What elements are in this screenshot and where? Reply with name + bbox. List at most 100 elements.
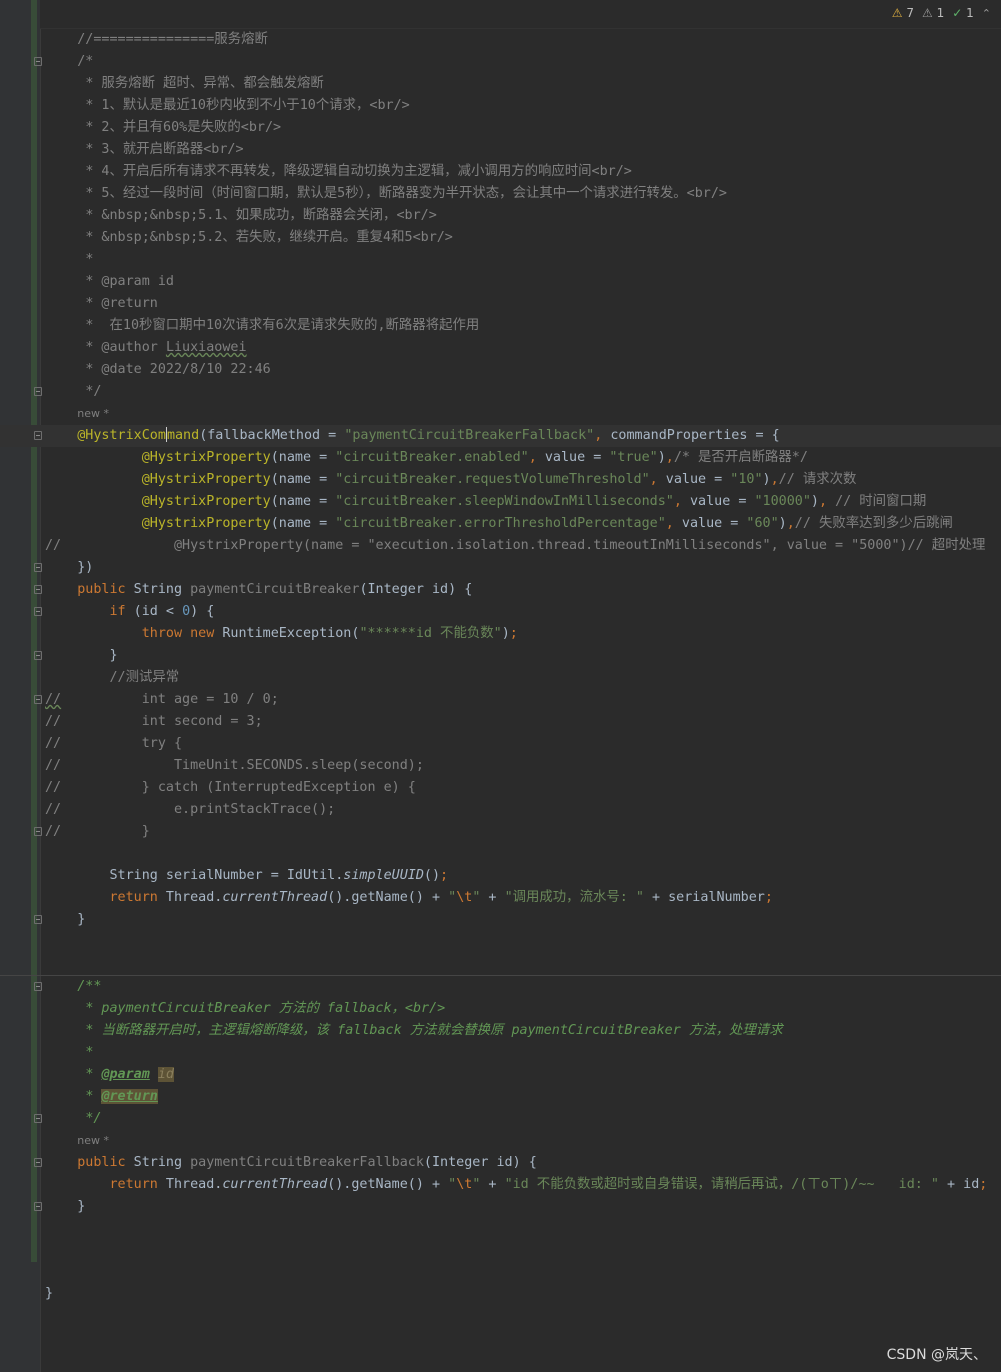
line-text: // @HystrixProperty(name = "execution.is… (45, 538, 986, 553)
code-line[interactable]: * @param id (0, 1064, 1001, 1086)
line-text: * (85, 252, 94, 267)
code-line[interactable]: * 当断路器开启时，主逻辑熔断降级，该 fallback 方法就会替换原 pay… (0, 1020, 1001, 1042)
code-line[interactable] (0, 843, 1001, 865)
code-line[interactable]: // e.printStackTrace(); (0, 799, 1001, 821)
code-line[interactable]: // int age = 10 / 0; (0, 689, 1001, 711)
line-text: public String paymentCircuitBreakerFallb… (77, 1155, 537, 1170)
warning-icon: ⚠ (891, 6, 903, 20)
code-line[interactable]: }) (0, 557, 1001, 579)
line-text: // try { (45, 736, 183, 751)
line-text: // int age = 10 / 0; (45, 692, 279, 707)
line-text: String serialNumber = IdUtil.simpleUUID(… (45, 868, 449, 883)
code-line[interactable]: * paymentCircuitBreaker 方法的 fallback，<br… (0, 998, 1001, 1020)
code-line[interactable]: * (0, 1042, 1001, 1064)
code-line[interactable]: return Thread.currentThread().getName() … (0, 1174, 1001, 1196)
class-closing-brace: } (45, 1286, 54, 1301)
code-line[interactable]: } (0, 909, 1001, 931)
code-line[interactable]: * (0, 249, 1001, 271)
code-line[interactable]: * @author Liuxiaowei (0, 337, 1001, 359)
fold-toggle-icon[interactable] (34, 827, 42, 836)
fold-toggle-icon[interactable] (34, 607, 42, 616)
inlay-hint[interactable]: new * (0, 403, 1001, 425)
line-text: } (45, 648, 118, 663)
inlay-hint[interactable]: new * (0, 1130, 1001, 1152)
code-line[interactable]: // TimeUnit.SECONDS.sleep(second); (0, 755, 1001, 777)
code-line[interactable]: * 5、经过一段时间（时间窗口期，默认是5秒），断路器变为半开状态，会让其中一个… (0, 183, 1001, 205)
code-line[interactable]: } (0, 1196, 1001, 1218)
code-line[interactable]: */ (0, 381, 1001, 403)
line-text: @HystrixProperty(name = "circuitBreaker.… (141, 516, 953, 531)
code-line[interactable]: * @date 2022/8/10 22:46 (0, 359, 1001, 381)
line-text: * @return (85, 296, 158, 311)
code-line[interactable]: // } catch (InterruptedException e) { (0, 777, 1001, 799)
line-text: * 1、默认是最近10秒内收到不小于10个请求，<br/> (85, 98, 410, 113)
line-text: * 服务熔断 超时、异常、都会触发熔断 (85, 76, 324, 91)
line-text: return Thread.currentThread().getName() … (109, 1177, 988, 1192)
code-line[interactable]: // @HystrixProperty(name = "execution.is… (0, 535, 1001, 557)
warning-counter[interactable]: ⚠ 7 (892, 6, 914, 20)
code-line[interactable]: //===============服务熔断 (0, 29, 1001, 51)
code-line[interactable]: * 3、就开启断路器<br/> (0, 139, 1001, 161)
fold-toggle-icon[interactable] (34, 585, 42, 594)
code-line[interactable]: // int second = 3; (0, 711, 1001, 733)
fold-toggle-icon[interactable] (34, 563, 42, 572)
code-line[interactable]: } (0, 645, 1001, 667)
fold-toggle-icon[interactable] (34, 1114, 42, 1123)
code-line[interactable]: * @return (0, 1086, 1001, 1108)
code-line[interactable]: public String paymentCircuitBreaker(Inte… (0, 579, 1001, 601)
line-text: @HystrixProperty(name = "circuitBreaker.… (141, 494, 927, 509)
code-line[interactable]: throw new RuntimeException("******id 不能负… (0, 623, 1001, 645)
typo-counter[interactable]: ✓ 1 (952, 6, 974, 20)
code-line[interactable]: * @param id (0, 271, 1001, 293)
line-text: * @return (85, 1089, 158, 1104)
code-line[interactable]: return Thread.currentThread().getName() … (0, 887, 1001, 909)
chevron-up-icon[interactable]: ⌃ (982, 7, 991, 20)
line-text: */ (85, 384, 102, 399)
code-line[interactable]: @HystrixCommand(fallbackMethod = "paymen… (0, 425, 1001, 447)
code-line[interactable]: * &nbsp;&nbsp;5.2、若失败，继续开启。重复4和5<br/> (0, 227, 1001, 249)
fold-toggle-icon[interactable] (34, 915, 42, 924)
code-line[interactable]: * 在10秒窗口期中10次请求有6次是请求失败的,断路器将起作用 (0, 315, 1001, 337)
code-line[interactable]: String serialNumber = IdUtil.simpleUUID(… (0, 865, 1001, 887)
code-line[interactable]: if (id < 0) { (0, 601, 1001, 623)
code-line[interactable]: @HystrixProperty(name = "circuitBreaker.… (0, 469, 1001, 491)
fold-toggle-icon[interactable] (34, 431, 42, 440)
code-editor[interactable]: //===============服务熔断 /* * 服务熔断 超时、异常、都会… (0, 29, 1001, 1218)
code-line[interactable]: * 2、并且有60%是失败的<br/> (0, 117, 1001, 139)
code-line[interactable]: /* (0, 51, 1001, 73)
line-text: * &nbsp;&nbsp;5.2、若失败，继续开启。重复4和5<br/> (85, 230, 453, 245)
fold-toggle-icon[interactable] (34, 1158, 42, 1167)
fold-toggle-icon[interactable] (34, 1202, 42, 1211)
line-text: return Thread.currentThread().getName() … (109, 890, 773, 905)
fold-toggle-icon[interactable] (34, 695, 42, 704)
code-line[interactable]: * &nbsp;&nbsp;5.1、如果成功，断路器会关闭，<br/> (0, 205, 1001, 227)
fold-toggle-icon[interactable] (34, 982, 42, 991)
inspection-widget[interactable]: ⚠ 7 ⚠ 1 ✓ 1 ⌃ (892, 6, 991, 20)
fold-toggle-icon[interactable] (34, 387, 42, 396)
code-line[interactable]: //测试异常 (0, 667, 1001, 689)
code-line[interactable]: // try { (0, 733, 1001, 755)
line-text: //===============服务熔断 (77, 32, 268, 47)
code-line[interactable]: * 服务熔断 超时、异常、都会触发熔断 (0, 73, 1001, 95)
line-text: * 3、就开启断路器<br/> (85, 142, 244, 157)
code-line[interactable]: /** (0, 976, 1001, 998)
code-line[interactable] (0, 953, 1001, 976)
code-line[interactable]: @HystrixProperty(name = "circuitBreaker.… (0, 447, 1001, 469)
code-line[interactable]: * @return (0, 293, 1001, 315)
line-text: // e.printStackTrace(); (45, 802, 336, 817)
code-line[interactable]: @HystrixProperty(name = "circuitBreaker.… (0, 513, 1001, 535)
editor-top-bar: ⚠ 7 ⚠ 1 ✓ 1 ⌃ (40, 0, 1001, 29)
line-text: @HystrixProperty(name = "circuitBreaker.… (141, 472, 857, 487)
code-line[interactable]: * 1、默认是最近10秒内收到不小于10个请求，<br/> (0, 95, 1001, 117)
code-line[interactable]: @HystrixProperty(name = "circuitBreaker.… (0, 491, 1001, 513)
typo-check-icon: ✓ (952, 6, 963, 20)
line-text: @HystrixCommand(fallbackMethod = "paymen… (77, 427, 780, 443)
fold-toggle-icon[interactable] (34, 57, 42, 66)
weak-warning-counter[interactable]: ⚠ 1 (922, 6, 944, 20)
code-line[interactable] (0, 931, 1001, 953)
code-line[interactable]: */ (0, 1108, 1001, 1130)
code-line[interactable]: // } (0, 821, 1001, 843)
code-line[interactable]: * 4、开启后所有请求不再转发，降级逻辑自动切换为主逻辑，减小调用方的响应时间<… (0, 161, 1001, 183)
code-line[interactable]: public String paymentCircuitBreakerFallb… (0, 1152, 1001, 1174)
fold-toggle-icon[interactable] (34, 651, 42, 660)
